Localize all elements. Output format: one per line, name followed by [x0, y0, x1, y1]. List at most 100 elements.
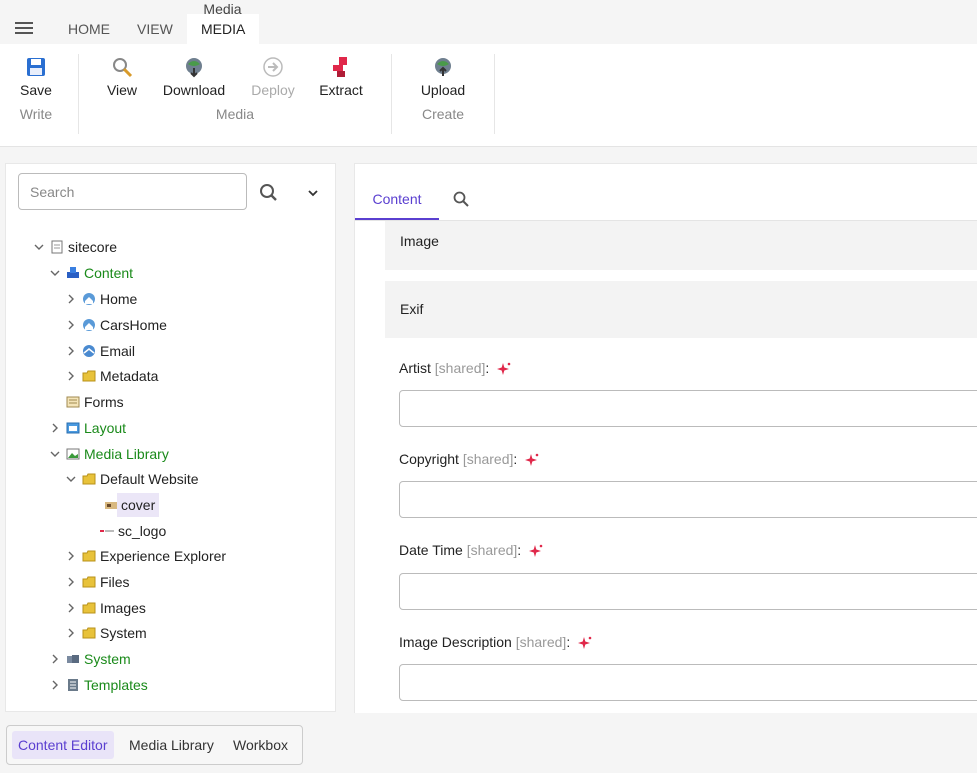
- shared-tag: [shared]: [466, 542, 518, 558]
- layout-icon: [66, 422, 80, 434]
- home-globe-icon: [83, 319, 95, 331]
- chevron-right-icon[interactable]: [66, 294, 76, 304]
- section-title: Exif: [400, 301, 424, 317]
- switch-workbox[interactable]: Workbox: [227, 731, 294, 759]
- field-label-image-description: Image Description [shared]:: [399, 634, 592, 650]
- tree-item-label: Default Website: [100, 471, 199, 487]
- image-description-field[interactable]: [399, 664, 977, 701]
- templates-icon: [68, 679, 78, 691]
- chevron-right-icon[interactable]: [66, 320, 76, 330]
- email-icon: [83, 345, 95, 357]
- folder-icon: [82, 473, 96, 485]
- tree-search-input[interactable]: [18, 173, 247, 210]
- image-thumbnail-icon: [105, 502, 117, 509]
- search-icon[interactable]: [452, 190, 470, 208]
- content-editor-panel: Content Image Exif Artist [shared]: Copy…: [354, 163, 977, 713]
- document-icon: [51, 240, 63, 254]
- copyright-field[interactable]: [399, 481, 977, 518]
- section-image[interactable]: Image: [385, 221, 977, 270]
- tab-home[interactable]: HOME: [54, 20, 124, 44]
- download-button[interactable]: Download: [160, 56, 228, 98]
- artist-field[interactable]: [399, 390, 977, 427]
- shared-tag: [shared]: [515, 634, 567, 650]
- view-button[interactable]: View: [105, 56, 139, 98]
- save-label: Save: [20, 82, 52, 98]
- chevron-right-icon[interactable]: [50, 680, 60, 690]
- section-exif[interactable]: Exif: [385, 281, 977, 338]
- content-tree-panel: sitecore Content Home CarsHome Email Met…: [5, 163, 336, 712]
- floppy-disk-icon: [27, 58, 45, 76]
- chevron-right-icon[interactable]: [66, 346, 76, 356]
- system-icon: [67, 655, 79, 663]
- tree-item-label: CarsHome: [100, 317, 167, 333]
- tree-item-label: Forms: [84, 394, 124, 410]
- tree-item-label: Home: [100, 291, 138, 307]
- folder-icon: [82, 370, 96, 382]
- date-time-field[interactable]: [399, 573, 977, 610]
- globe-download-icon: [186, 58, 202, 78]
- tree-item-label: Experience Explorer: [100, 548, 227, 564]
- chevron-right-icon[interactable]: [66, 577, 76, 587]
- tree-item-label: Templates: [84, 677, 148, 693]
- top-tab-bar: Media HOME VIEW MEDIA: [0, 0, 977, 44]
- hamburger-menu-icon[interactable]: [15, 22, 33, 36]
- tab-content[interactable]: Content: [355, 184, 439, 220]
- tree-item-label: sitecore: [68, 239, 118, 255]
- tab-media[interactable]: MEDIA: [187, 14, 260, 44]
- media-library-icon: [66, 448, 80, 460]
- editor-switcher: Content Editor Media Library Workbox: [6, 725, 303, 765]
- field-label-artist: Artist [shared]:: [399, 360, 511, 376]
- ai-sparkle-icon[interactable]: [578, 636, 592, 650]
- section-title: Image: [400, 233, 439, 249]
- download-label: Download: [162, 82, 226, 98]
- shared-tag: [shared]: [434, 360, 486, 376]
- ribbon-divider: [391, 54, 392, 134]
- chevron-right-icon[interactable]: [66, 603, 76, 613]
- tree-item-label: System: [84, 651, 131, 667]
- chevron-right-icon[interactable]: [66, 371, 76, 381]
- tree-item-label: Media Library: [84, 446, 169, 462]
- folder-icon: [82, 576, 96, 588]
- upload-button[interactable]: Upload: [418, 56, 468, 98]
- ai-sparkle-icon[interactable]: [497, 362, 511, 376]
- tree-item-label: Layout: [84, 420, 127, 436]
- logo-thumbnail-icon: [100, 530, 114, 532]
- tab-view[interactable]: VIEW: [123, 20, 187, 44]
- arrow-circle-icon: [263, 57, 283, 77]
- ai-sparkle-icon[interactable]: [529, 544, 543, 558]
- tree-item-label: System: [100, 625, 147, 641]
- field-label-copyright: Copyright [shared]:: [399, 451, 539, 467]
- ai-sparkle-icon[interactable]: [525, 453, 539, 467]
- chevron-right-icon[interactable]: [66, 628, 76, 638]
- chevron-right-icon[interactable]: [50, 654, 60, 664]
- ribbon: Save Write View Download Deploy Extract: [0, 44, 977, 147]
- write-group-label: Write: [19, 106, 53, 122]
- deploy-button[interactable]: Deploy: [249, 56, 297, 98]
- extract-label: Extract: [319, 82, 363, 98]
- switch-media-library[interactable]: Media Library: [123, 731, 220, 759]
- tree-item-label: Images: [100, 600, 146, 616]
- save-button[interactable]: Save: [20, 56, 52, 98]
- shared-tag: [shared]: [462, 451, 514, 467]
- switch-content-editor[interactable]: Content Editor: [12, 731, 114, 759]
- chevron-right-icon[interactable]: [50, 423, 60, 433]
- chevron-down-icon[interactable]: [50, 449, 60, 459]
- chevron-right-icon[interactable]: [66, 551, 76, 561]
- chevron-down-icon[interactable]: [66, 474, 76, 484]
- extract-button[interactable]: Extract: [318, 56, 364, 98]
- forms-icon: [66, 396, 80, 408]
- folder-icon: [82, 602, 96, 614]
- globe-upload-icon: [435, 58, 451, 76]
- ribbon-divider: [78, 54, 79, 134]
- search-icon[interactable]: [258, 182, 280, 204]
- folder-icon: [82, 627, 96, 639]
- chevron-down-icon[interactable]: [306, 186, 320, 200]
- content-cubes-icon: [67, 267, 79, 278]
- tree-item-label: Email: [100, 343, 136, 359]
- tree-item-label: cover: [117, 493, 160, 517]
- chevron-down-icon[interactable]: [34, 242, 44, 252]
- media-group-label: Media: [215, 106, 255, 122]
- chevron-down-icon[interactable]: [50, 268, 60, 278]
- deploy-label: Deploy: [251, 82, 295, 98]
- upload-label: Upload: [420, 82, 466, 98]
